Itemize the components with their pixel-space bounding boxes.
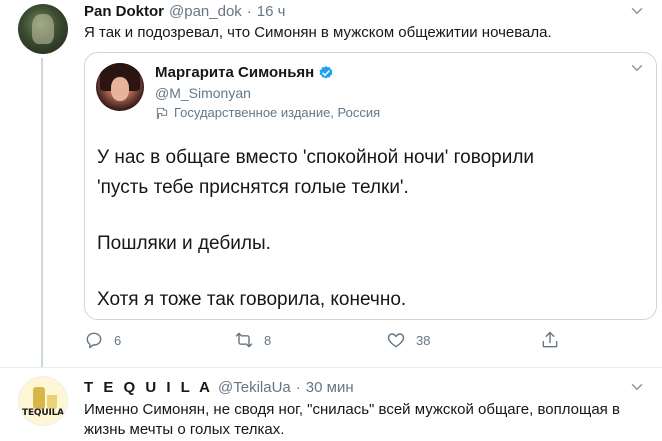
- avatar[interactable]: [18, 4, 68, 54]
- avatar[interactable]: TEQUILA: [18, 376, 68, 426]
- quoted-line: У нас в общаге вместо 'спокойной ночи' г…: [97, 147, 535, 168]
- quoted-tweet-text: У нас в общаге вместо 'спокойной ночи' г…: [97, 143, 647, 315]
- like-button[interactable]: 38: [386, 330, 430, 350]
- author-name[interactable]: Pan Doktor: [84, 3, 164, 20]
- verified-badge-icon: [319, 65, 333, 79]
- retweet-button[interactable]: 8: [234, 330, 271, 350]
- tweet-text: Именно Симонян, не сводя ног, "снилась" …: [84, 401, 620, 438]
- thread-connector-line: [41, 58, 43, 368]
- heart-icon: [387, 333, 405, 348]
- tweet-header: T E Q U I L A @TekilaUa · 30 мин: [84, 376, 354, 398]
- tweet-pan-doktor[interactable]: Pan Doktor @pan_dok · 16 ч Я так и подоз…: [0, 0, 662, 368]
- retweet-icon: [235, 332, 253, 348]
- author-name[interactable]: T E Q U I L A: [84, 379, 213, 396]
- reply-icon: [86, 332, 102, 349]
- tweet-header: Pan Doktor @pan_dok · 16 ч: [84, 0, 285, 22]
- retweet-count: 8: [264, 332, 272, 348]
- tweet-text: Я так и подозревал, что Симонян в мужско…: [84, 24, 552, 41]
- author-handle[interactable]: @pan_dok: [169, 3, 242, 20]
- separator-dot: ·: [295, 378, 301, 396]
- chevron-down-icon[interactable]: [628, 378, 646, 396]
- quoted-tweet-card[interactable]: Маргарита Симоньян @M_Simonyan Государст…: [84, 52, 657, 320]
- chevron-down-icon[interactable]: [628, 2, 646, 20]
- tweet-tequila[interactable]: TEQUILA T E Q U I L A @TekilaUa · 30 мин…: [0, 368, 662, 441]
- author-handle[interactable]: @TekilaUa: [218, 379, 291, 396]
- quoted-author-handle[interactable]: @M_Simonyan: [155, 85, 251, 101]
- flag-icon: [156, 107, 168, 119]
- share-button[interactable]: [540, 330, 570, 350]
- timestamp[interactable]: 30 мин: [306, 379, 354, 396]
- quoted-line: 'пусть тебе приснятся голые телки'.: [97, 177, 409, 198]
- avatar-text: TEQUILA: [22, 408, 64, 418]
- reply-button[interactable]: 6: [84, 330, 121, 350]
- timestamp[interactable]: 16 ч: [257, 3, 286, 20]
- state-media-label-text: Государственное издание, Россия: [174, 105, 381, 120]
- quoted-author-name[interactable]: Маргарита Симоньян: [155, 64, 314, 81]
- tweet-actions: 6 8 38: [84, 330, 564, 354]
- reply-count: 6: [114, 332, 122, 348]
- separator-dot: ·: [246, 2, 252, 20]
- quoted-line: Пошляки и дебилы.: [97, 233, 271, 254]
- share-icon: [542, 331, 558, 348]
- quoted-line: Хотя я тоже так говорила, конечно.: [97, 289, 407, 310]
- like-count: 38: [416, 332, 431, 348]
- quoted-author: Маргарита Симоньян: [155, 64, 334, 81]
- state-media-label[interactable]: Государственное издание, Россия: [155, 105, 380, 120]
- avatar[interactable]: [96, 63, 144, 111]
- chevron-down-icon[interactable]: [628, 59, 646, 77]
